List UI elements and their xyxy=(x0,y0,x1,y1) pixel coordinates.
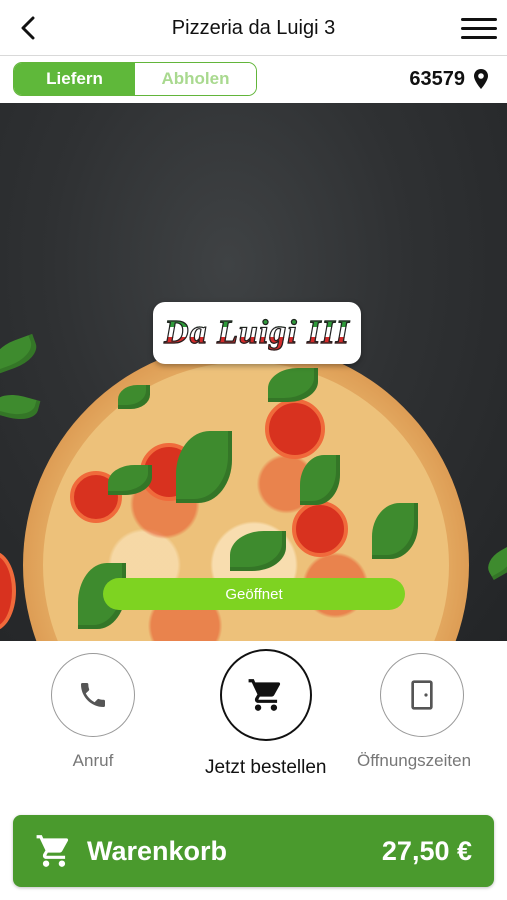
logo-text: Da Luigi III xyxy=(163,313,350,351)
tomato-topping xyxy=(292,501,348,557)
order-now-action[interactable]: Jetzt bestellen xyxy=(205,649,327,779)
opening-hours-action[interactable]: Öffnungszeiten xyxy=(357,653,471,771)
opening-hours-button[interactable] xyxy=(379,653,464,737)
basil-leaf-decoration xyxy=(0,389,41,425)
location-selector[interactable]: 63579 xyxy=(409,62,489,96)
order-mode-toggle: Liefern Abholen xyxy=(13,62,257,96)
cart-icon xyxy=(248,679,280,711)
top-bar: Pizzeria da Luigi 3 xyxy=(0,0,507,56)
hero-image: Da Luigi III Geöffnet xyxy=(0,103,507,641)
quick-actions: Anruf Jetzt bestellen Öffnungszeiten xyxy=(0,641,507,801)
hamburger-line xyxy=(461,35,497,39)
basil-leaf-decoration xyxy=(0,333,42,375)
door-icon xyxy=(410,680,433,710)
phone-icon xyxy=(81,683,105,707)
order-now-button[interactable] xyxy=(219,649,312,741)
opening-hours-label: Öffnungszeiten xyxy=(357,751,472,770)
order-now-label: Jetzt bestellen xyxy=(205,757,327,778)
hamburger-line xyxy=(461,26,497,30)
back-button[interactable] xyxy=(12,12,44,44)
cart-label: Warenkorb xyxy=(87,835,228,866)
tomato-topping xyxy=(265,399,325,459)
cart-button[interactable]: Warenkorb 27,50 € xyxy=(13,815,494,887)
menu-button[interactable] xyxy=(461,12,497,44)
hamburger-menu-icon xyxy=(461,17,497,21)
basil-leaf-decoration xyxy=(482,543,507,581)
page-title: Pizzeria da Luigi 3 xyxy=(171,16,336,39)
call-button[interactable] xyxy=(51,653,135,737)
zip-code: 63579 xyxy=(409,67,465,90)
call-action[interactable]: Anruf xyxy=(51,653,135,771)
restaurant-logo: Da Luigi III xyxy=(153,302,361,364)
tomato-decoration xyxy=(0,551,16,631)
open-status-badge[interactable]: Geöffnet xyxy=(103,578,405,610)
cart-total: 27,50 € xyxy=(381,835,472,866)
order-mode-row: Liefern Abholen 63579 xyxy=(0,56,507,103)
call-label: Anruf xyxy=(72,751,114,770)
map-pin-icon xyxy=(474,69,488,89)
chevron-left-icon xyxy=(21,16,35,40)
mode-pickup-tab[interactable]: Abholen xyxy=(135,63,256,95)
mode-delivery-tab[interactable]: Liefern xyxy=(14,63,135,95)
cart-icon xyxy=(35,832,73,870)
